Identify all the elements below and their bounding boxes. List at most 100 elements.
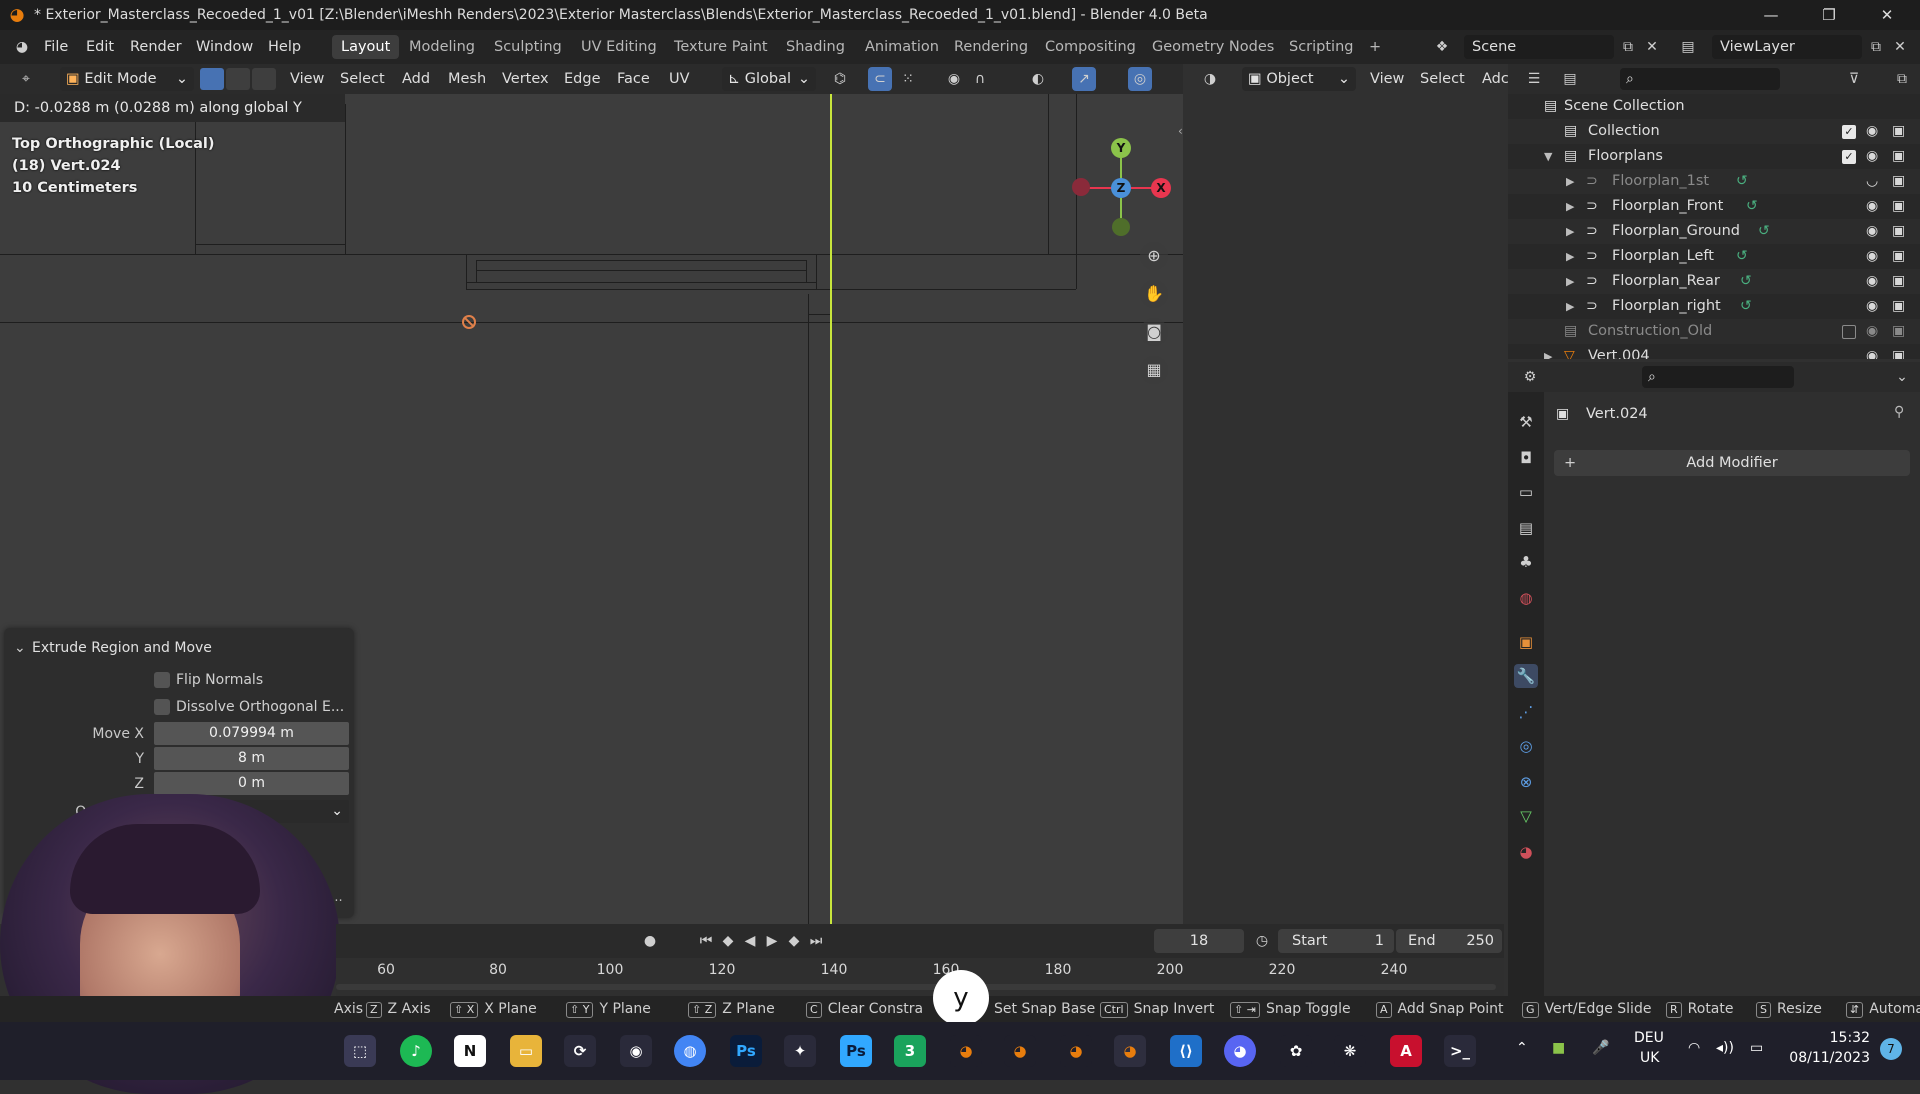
viewport-menu-mesh[interactable]: Mesh (448, 68, 486, 90)
view-layer-browse-icon[interactable]: ▤ (1676, 35, 1700, 59)
outliner-row-floorplan-ground[interactable]: ▶ ⊃ Floorplan_Ground ↺ ◉ ▣ (1508, 219, 1920, 244)
eye-icon[interactable]: ◉ (1866, 269, 1878, 294)
chrome-icon[interactable]: ◍ (674, 1035, 706, 1067)
overlays-toggle-icon[interactable]: ◎ (1128, 67, 1152, 91)
eye-icon[interactable]: ◉ (1866, 194, 1878, 219)
app-3-icon[interactable]: 3 (894, 1035, 926, 1067)
new-scene-icon[interactable]: ⧉ (1616, 35, 1640, 59)
perspective-toggle-icon[interactable]: ▦ (1140, 356, 1168, 384)
eye-icon[interactable]: ◉ (1866, 244, 1878, 269)
camera-icon[interactable]: ▣ (1892, 244, 1905, 269)
eye-icon[interactable]: ◉ (1866, 294, 1878, 319)
gizmo-y-handle[interactable]: Y (1111, 138, 1131, 158)
zoom-icon[interactable]: ⊕ (1140, 242, 1168, 270)
camera-icon[interactable]: ▣ (1892, 294, 1905, 319)
data-tab-icon[interactable]: ▽ (1514, 804, 1538, 828)
viewport-menu-vertex[interactable]: Vertex (502, 68, 549, 90)
eye-icon[interactable]: ◉ (1866, 319, 1878, 344)
blender-active-icon[interactable]: ◕ (1114, 1035, 1146, 1067)
photoshop-icon[interactable]: Ps (730, 1035, 762, 1067)
new-collection-icon[interactable]: ⧉ (1890, 67, 1914, 91)
add-modifier-button[interactable]: + Add Modifier (1554, 450, 1910, 476)
particles-tab-icon[interactable]: ⋰ (1514, 700, 1538, 724)
clock-icon[interactable]: ◷ (1250, 929, 1274, 953)
blender-icon[interactable]: ◕ (1004, 1035, 1036, 1067)
camera-view-icon[interactable]: ◙ (1140, 318, 1168, 346)
flip-normals-checkbox[interactable] (154, 672, 170, 688)
camera-icon[interactable]: ▣ (1892, 319, 1905, 344)
add-workspace-button[interactable]: + (1360, 35, 1390, 59)
gizmo-neg-x-handle[interactable] (1072, 178, 1090, 196)
operator-panel-header[interactable]: ⌄ Extrude Region and Move (4, 636, 354, 660)
menu-render[interactable]: Render (130, 36, 182, 58)
tab-shading[interactable]: Shading (777, 35, 854, 59)
visibility-icon[interactable]: ◐ (1026, 67, 1050, 91)
tab-uv-editing[interactable]: UV Editing (572, 35, 666, 59)
camera-icon[interactable]: ▣ (1892, 144, 1905, 169)
tray-chevron-icon[interactable]: ⌃ (1516, 1040, 1528, 1056)
delete-scene-icon[interactable]: ✕ (1640, 35, 1664, 59)
expand-triangle-icon[interactable]: ▼ (1544, 144, 1552, 169)
outliner-row-floorplans[interactable]: ▼ ▤ Floorplans ✓ ◉ ▣ (1508, 144, 1920, 169)
keyboard-layout[interactable]: UK (1640, 1050, 1659, 1066)
expand-triangle-icon[interactable]: ▶ (1566, 219, 1574, 244)
camera-icon[interactable]: ▣ (1892, 269, 1905, 294)
timeline-scrollbar[interactable] (336, 984, 1496, 990)
view-layer-selector[interactable]: ViewLayer (1712, 35, 1862, 59)
viewport-menu-uv[interactable]: UV (669, 68, 690, 90)
play-icon[interactable]: ▶ (760, 929, 784, 953)
gizmo-z-handle[interactable]: Z (1111, 178, 1131, 198)
exclude-checkbox[interactable]: ✓ (1842, 125, 1856, 139)
sidebar-toggle-icon[interactable]: ‹ (1178, 124, 1183, 138)
scene-browse-icon[interactable]: ❖ (1430, 35, 1454, 59)
blender-icon[interactable]: ◕ (950, 1035, 982, 1067)
prev-keyframe-icon[interactable]: ◆ (716, 929, 740, 953)
acrobat-icon[interactable]: A (1390, 1035, 1422, 1067)
material-tab-icon[interactable]: ◕ (1514, 840, 1538, 864)
jump-end-icon[interactable]: ⏭ (804, 929, 828, 953)
file-explorer-icon[interactable]: ▭ (510, 1035, 542, 1067)
sync-icon[interactable]: ⟳ (564, 1035, 596, 1067)
blender-menu-icon[interactable]: ◕ (10, 35, 34, 59)
wifi-icon[interactable]: ◠ (1688, 1040, 1700, 1056)
tool-tab-icon[interactable]: ⚒ (1514, 410, 1538, 434)
terminal-icon[interactable]: >_ (1444, 1035, 1476, 1067)
close-button[interactable]: ✕ (1864, 0, 1910, 30)
viewport-menu-select[interactable]: Select (340, 68, 385, 90)
tab-sculpting[interactable]: Sculpting (485, 35, 571, 59)
expand-triangle-icon[interactable]: ▶ (1566, 169, 1574, 194)
steam-icon[interactable]: ◉ (620, 1035, 652, 1067)
tab-rendering[interactable]: Rendering (945, 35, 1037, 59)
tab-animation[interactable]: Animation (856, 35, 948, 59)
discord-icon[interactable]: ◕ (1224, 1035, 1256, 1067)
app-flower-icon[interactable]: ❋ (1334, 1035, 1366, 1067)
proportional-edit-icon[interactable]: ◉ (942, 67, 966, 91)
minimize-button[interactable]: — (1748, 0, 1794, 30)
outliner-row-collection[interactable]: ▤ Collection ✓ ◉ ▣ (1508, 119, 1920, 144)
scene-selector[interactable]: Scene (1464, 35, 1614, 59)
blender-icon[interactable]: ◕ (1060, 1035, 1092, 1067)
viewport-menu-add[interactable]: Add (402, 68, 430, 90)
header2-menu-select[interactable]: Select (1420, 68, 1465, 90)
expand-triangle-icon[interactable]: ▶ (1566, 294, 1574, 319)
tray-app-icon[interactable]: ■ (1552, 1040, 1565, 1056)
face-select-button[interactable] (252, 68, 276, 90)
notion-icon[interactable]: N (454, 1035, 486, 1067)
camera-icon[interactable]: ▣ (1892, 219, 1905, 244)
vscode-icon[interactable]: ⟨⟩ (1170, 1035, 1202, 1067)
shading-mode-icon[interactable]: ◑ (1198, 67, 1222, 91)
modifier-tab-icon[interactable]: 🔧 (1514, 664, 1538, 688)
menu-help[interactable]: Help (268, 36, 301, 58)
constraints-tab-icon[interactable]: ⊗ (1514, 770, 1538, 794)
pan-hand-icon[interactable]: ✋ (1140, 280, 1168, 308)
world-tab-icon[interactable]: ◍ (1514, 586, 1538, 610)
eye-icon[interactable]: ◉ (1866, 344, 1878, 359)
gizmo-neg-y-handle[interactable] (1112, 218, 1130, 236)
camera-icon[interactable]: ▣ (1892, 119, 1905, 144)
outliner-row-vert-004[interactable]: ▶ ▽ Vert.004 ◉ ▣ (1508, 344, 1920, 359)
move-z-field[interactable]: 0 m (154, 772, 349, 795)
header2-menu-add[interactable]: Adc (1482, 68, 1509, 90)
expand-triangle-icon[interactable]: ▶ (1566, 269, 1574, 294)
camera-icon[interactable]: ▣ (1892, 169, 1905, 194)
dissolve-row[interactable]: Dissolve Orthogonal E... (4, 695, 354, 719)
